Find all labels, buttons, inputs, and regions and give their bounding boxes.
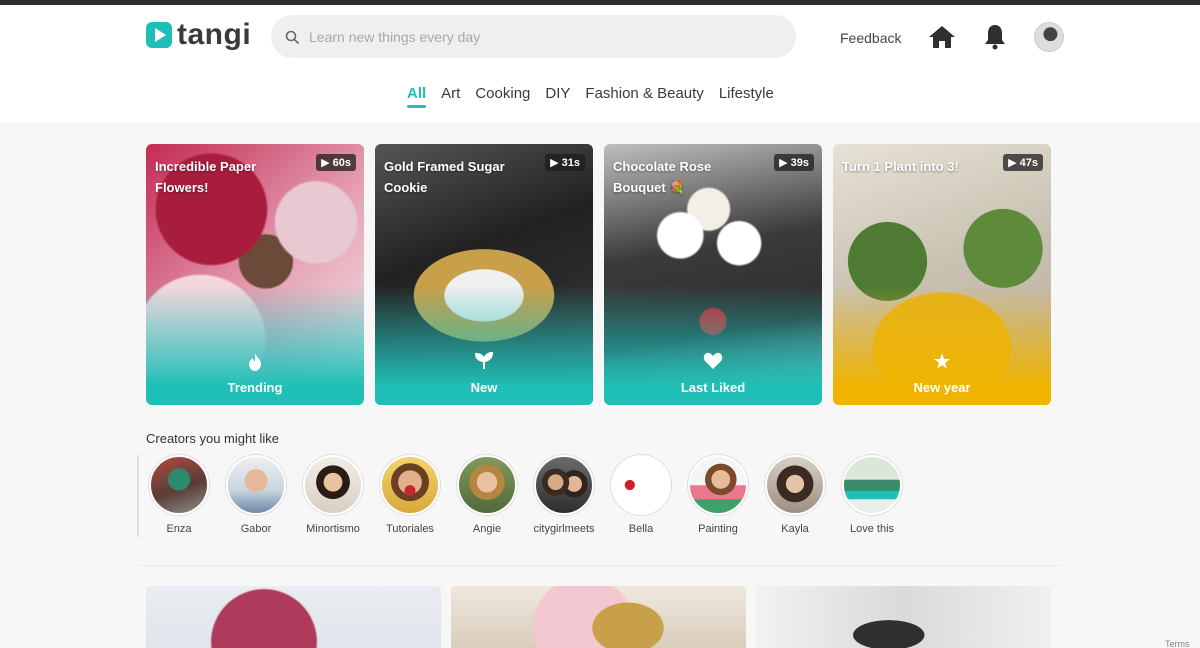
card-category-label: Last Liked <box>680 380 746 395</box>
duration-text: 39s <box>790 157 809 169</box>
category-tabs: All Art Cooking DIY Fashion & Beauty Lif… <box>407 85 774 108</box>
creator-item[interactable]: Tutoriales <box>380 455 440 537</box>
tab-diy[interactable]: DIY <box>545 85 570 108</box>
search-icon <box>285 30 299 44</box>
section-divider <box>140 565 1060 566</box>
creator-avatar <box>380 455 440 515</box>
tab-lifestyle[interactable]: Lifestyle <box>719 85 774 108</box>
creator-avatar <box>611 455 671 515</box>
duration-badge: ▶ 47s <box>1003 154 1043 171</box>
creator-name: Minortismo <box>306 523 360 535</box>
creator-avatar <box>149 455 209 515</box>
user-avatar[interactable] <box>1034 22 1064 52</box>
search-input[interactable] <box>309 28 769 45</box>
card-category-label: Trending <box>227 380 283 395</box>
video-tile[interactable] <box>146 586 441 648</box>
creator-avatar <box>457 455 517 515</box>
creator-avatar <box>534 455 594 515</box>
card-title: Turn 1 Plant into 3! <box>842 159 959 174</box>
tab-art[interactable]: Art <box>441 85 460 108</box>
video-card[interactable]: Incredible Paper Flowers! ▶ 60s Trending <box>146 144 364 405</box>
duration-badge: ▶ 60s <box>316 154 356 171</box>
creator-name: Painting <box>698 523 738 535</box>
video-card[interactable]: Turn 1 Plant into 3! ▶ 47s New year <box>833 144 1051 405</box>
feedback-link[interactable]: Feedback <box>840 30 901 46</box>
creator-item[interactable]: Gabor <box>226 455 286 537</box>
creator-name: Tutoriales <box>386 523 434 535</box>
card-title: Gold Framed Sugar Cookie <box>384 159 505 195</box>
tab-cooking[interactable]: Cooking <box>475 85 530 108</box>
card-category-label: New <box>470 380 498 395</box>
creator-name: citygirlmeets <box>533 523 595 535</box>
video-card[interactable]: Gold Framed Sugar Cookie ▶ 31s New <box>375 144 593 405</box>
creator-item[interactable]: Love this <box>842 455 902 537</box>
creator-name: Enza <box>166 523 192 535</box>
heart-icon <box>703 352 723 375</box>
video-grid <box>146 586 1051 648</box>
creator-item[interactable]: Kayla <box>765 455 825 537</box>
video-tile[interactable] <box>451 586 746 648</box>
creator-item[interactable]: Bella <box>611 455 671 537</box>
flame-icon <box>247 352 263 377</box>
creator-avatar <box>765 455 825 515</box>
search-bar[interactable] <box>271 15 796 58</box>
creator-name: Love this <box>849 523 895 535</box>
duration-text: 60s <box>332 157 351 169</box>
creator-item[interactable]: Enza <box>149 455 209 537</box>
creator-item[interactable]: Angie <box>457 455 517 537</box>
creator-item[interactable]: citygirlmeets <box>533 455 595 537</box>
creator-name: Angie <box>472 523 502 535</box>
creator-avatar <box>842 455 902 515</box>
card-title: Chocolate Rose Bouquet 💐 <box>613 159 712 195</box>
card-title: Incredible Paper Flowers! <box>155 159 257 195</box>
creator-item[interactable]: Minortismo <box>303 455 363 537</box>
creator-avatar <box>688 455 748 515</box>
logo-text: tangi <box>177 18 252 51</box>
star-icon <box>933 352 951 375</box>
tab-fashion-beauty[interactable]: Fashion & Beauty <box>585 85 703 108</box>
duration-badge: ▶ 39s <box>774 154 814 171</box>
duration-text: 47s <box>1019 157 1038 169</box>
video-card[interactable]: Chocolate Rose Bouquet 💐 ▶ 39s Last Like… <box>604 144 822 405</box>
card-category-label: New year <box>913 380 971 395</box>
header: tangi Feedback All Art Cooking DIY Fashi… <box>0 5 1200 123</box>
creator-item[interactable]: Painting <box>688 455 748 537</box>
creator-name: Gabor <box>240 523 272 535</box>
duration-badge: ▶ 31s <box>545 154 585 171</box>
logo[interactable]: tangi <box>146 18 251 52</box>
sprout-icon <box>474 351 494 375</box>
duration-text: 31s <box>561 157 580 169</box>
bell-icon[interactable] <box>983 23 1007 51</box>
featured-cards: Incredible Paper Flowers! ▶ 60s Trending… <box>146 144 1051 405</box>
creators-list: Enza Gabor Minortismo Tutoriales Angie c… <box>137 455 902 537</box>
tab-all[interactable]: All <box>407 85 427 108</box>
creator-name: Bella <box>628 523 654 535</box>
home-icon[interactable] <box>927 24 957 50</box>
creator-avatar <box>303 455 363 515</box>
creator-name: Kayla <box>781 523 809 535</box>
creator-avatar <box>226 455 286 515</box>
creators-heading: Creators you might like <box>146 431 279 446</box>
video-tile[interactable] <box>756 586 1051 648</box>
terms-link[interactable]: Terms <box>1165 639 1190 648</box>
logo-play-icon <box>146 22 172 48</box>
